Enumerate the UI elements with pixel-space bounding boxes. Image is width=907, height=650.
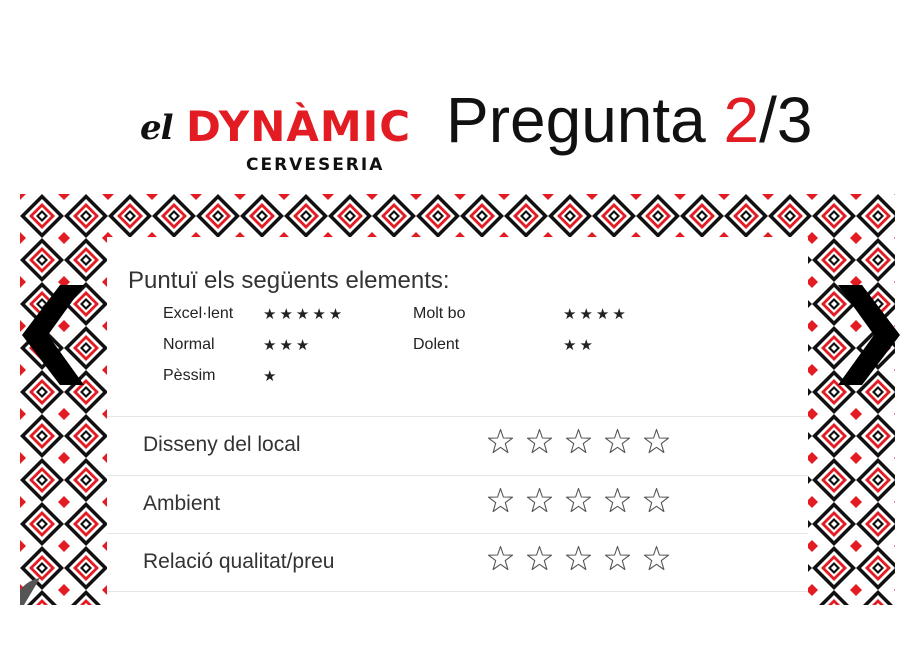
rating-row-qualitat-preu: Relació qualitat/preu: [107, 533, 808, 592]
rating-row-label: Ambient: [143, 492, 221, 515]
star-rating: [487, 545, 670, 572]
rating-row-label: Disseny del local: [143, 433, 301, 456]
star-outline-icon[interactable]: [565, 487, 592, 514]
question-current: 2: [723, 84, 760, 156]
legend-item: Pèssim ★: [163, 367, 276, 385]
rating-row-disseny: Disseny del local: [107, 416, 808, 475]
star-outline-icon[interactable]: [604, 428, 631, 455]
star-rating: [487, 428, 670, 455]
header: el DYNÀMIC CERVESERIA Pregunta 2/3: [0, 0, 907, 190]
next-question-button[interactable]: [838, 285, 900, 385]
legend-label: Excel·lent: [163, 305, 234, 322]
logo-prefix: el: [140, 108, 174, 148]
chevron-left-icon: [22, 285, 84, 385]
question-counter: Pregunta 2/3: [446, 88, 813, 152]
legend-label: Molt bo: [413, 305, 466, 322]
star-outline-icon[interactable]: [604, 487, 631, 514]
star-outline-icon[interactable]: [526, 487, 553, 514]
star-rating: [487, 487, 670, 514]
legend-stars: ★★★★: [563, 306, 629, 323]
legend-stars: ★★★: [263, 337, 313, 354]
question-total: /3: [759, 84, 813, 156]
star-outline-icon[interactable]: [643, 545, 670, 572]
legend-item: Molt bo ★★★★: [413, 305, 626, 323]
chevron-right-icon: [838, 285, 900, 385]
rating-row-label: Relació qualitat/preu: [143, 550, 335, 573]
legend-label: Normal: [163, 336, 215, 353]
star-outline-icon[interactable]: [643, 428, 670, 455]
legend-stars: ★★: [563, 337, 596, 354]
star-outline-icon[interactable]: [604, 545, 631, 572]
star-outline-icon[interactable]: [487, 545, 514, 572]
question-counter-prefix: Pregunta: [446, 84, 724, 156]
legend-stars: ★★★★★: [263, 306, 346, 323]
survey-panel: Puntuï els següents elements: Excel·lent…: [107, 237, 808, 605]
legend-stars: ★: [263, 368, 280, 385]
star-outline-icon[interactable]: [487, 487, 514, 514]
instruction-text: Puntuï els següents elements:: [128, 267, 450, 294]
star-outline-icon[interactable]: [487, 428, 514, 455]
rating-row-ambient: Ambient: [107, 475, 808, 534]
star-outline-icon[interactable]: [526, 428, 553, 455]
logo-subtitle: CERVESERIA: [246, 155, 385, 175]
legend-item: Excel·lent ★★★★★: [163, 305, 342, 323]
legend-label: Dolent: [413, 336, 460, 353]
legend-label: Pèssim: [163, 367, 216, 384]
legend-item: Normal ★★★: [163, 336, 309, 354]
star-outline-icon[interactable]: [565, 428, 592, 455]
legend-item: Dolent ★★: [413, 336, 593, 354]
star-outline-icon[interactable]: [643, 487, 670, 514]
brand-logo: el DYNÀMIC CERVESERIA: [138, 100, 410, 180]
corner-fold-icon: [20, 578, 46, 605]
logo-main: DYNÀMIC: [186, 102, 412, 151]
star-outline-icon[interactable]: [565, 545, 592, 572]
rating-row-divider: [107, 591, 808, 650]
star-outline-icon[interactable]: [526, 545, 553, 572]
previous-question-button[interactable]: [22, 285, 84, 385]
